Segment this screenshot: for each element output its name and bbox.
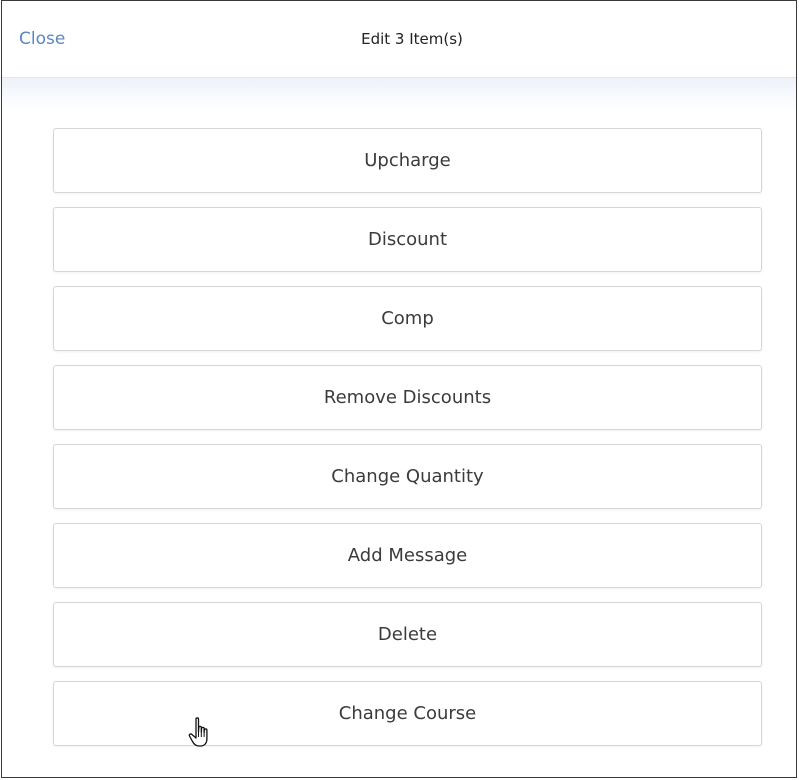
delete-label: Delete	[377, 624, 438, 645]
remove-discounts-label: Remove Discounts	[323, 387, 492, 408]
change-quantity-label: Change Quantity	[331, 466, 484, 487]
comp-label: Comp	[381, 308, 434, 329]
dialog-title: Edit 3 Item(s)	[361, 30, 463, 48]
edit-items-dialog: Close Edit 3 Item(s) Upcharge Discount C…	[1, 0, 797, 778]
discount-button[interactable]: Discount	[53, 207, 762, 272]
dialog-title-container: Edit 3 Item(s)	[2, 30, 796, 48]
add-message-button[interactable]: Add Message	[53, 523, 762, 588]
add-message-label: Add Message	[347, 545, 468, 566]
upcharge-button[interactable]: Upcharge	[53, 128, 762, 193]
header-divider	[2, 78, 796, 110]
dialog-header: Close Edit 3 Item(s)	[2, 1, 796, 78]
discount-label: Discount	[367, 229, 448, 250]
comp-button[interactable]: Comp	[53, 286, 762, 351]
hand-pointer-icon	[188, 717, 208, 747]
upcharge-label: Upcharge	[364, 150, 451, 171]
change-course-label: Change Course	[338, 703, 477, 724]
change-quantity-button[interactable]: Change Quantity	[53, 444, 762, 509]
remove-discounts-button[interactable]: Remove Discounts	[53, 365, 762, 430]
change-course-button[interactable]: Change Course	[53, 681, 762, 746]
action-list: Upcharge Discount Comp Remove Discounts …	[53, 128, 762, 760]
delete-button[interactable]: Delete	[53, 602, 762, 667]
